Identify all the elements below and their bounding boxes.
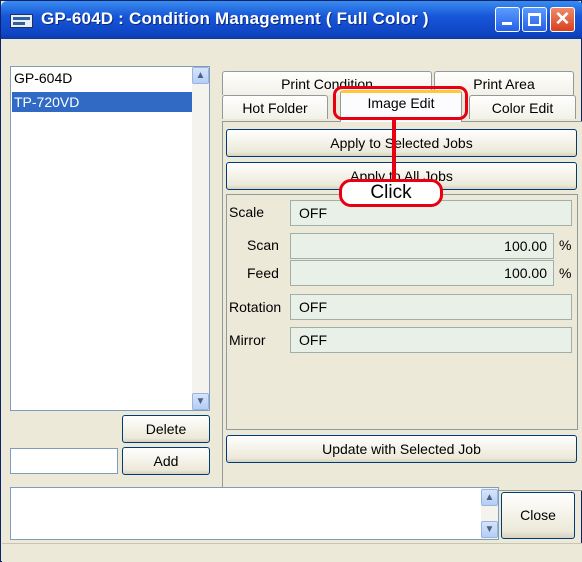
feed-value: 100.00 bbox=[290, 260, 554, 286]
printer-app-icon bbox=[10, 14, 33, 28]
tab-hot-folder[interactable]: Hot Folder bbox=[222, 95, 328, 119]
condition-management-window: GP-604D : Condition Management ( Full Co… bbox=[0, 0, 582, 562]
minimize-button[interactable] bbox=[495, 7, 520, 32]
scan-unit: % bbox=[559, 237, 572, 253]
close-window-button[interactable]: ✕ bbox=[550, 7, 575, 32]
title-bar[interactable]: GP-604D : Condition Management ( Full Co… bbox=[1, 1, 582, 39]
scroll-down-icon[interactable]: ▼ bbox=[481, 521, 498, 538]
update-with-selected-job-button[interactable]: Update with Selected Job bbox=[226, 435, 577, 463]
close-icon: ✕ bbox=[554, 9, 571, 30]
list-item[interactable]: GP-604D bbox=[12, 68, 192, 88]
scan-label: Scan bbox=[247, 237, 279, 253]
image-edit-highlight-box bbox=[333, 86, 468, 120]
new-printer-input[interactable] bbox=[10, 448, 118, 474]
mirror-label: Mirror bbox=[229, 332, 266, 348]
close-button[interactable]: Close bbox=[501, 492, 575, 539]
scan-value: 100.00 bbox=[290, 233, 554, 259]
rotation-value: OFF bbox=[290, 294, 572, 320]
message-area: ▲ ▼ bbox=[10, 487, 499, 540]
mirror-value: OFF bbox=[290, 327, 572, 353]
printer-list-scrollbar[interactable]: ▲ ▼ bbox=[192, 67, 209, 410]
tab-color-edit[interactable]: Color Edit bbox=[469, 95, 576, 119]
feed-unit: % bbox=[559, 265, 572, 281]
minimize-icon bbox=[502, 22, 512, 25]
apply-to-selected-jobs-button[interactable]: Apply to Selected Jobs bbox=[226, 129, 577, 157]
status-bar bbox=[2, 543, 582, 562]
rotation-label: Rotation bbox=[229, 299, 282, 315]
scroll-up-icon[interactable]: ▲ bbox=[481, 489, 498, 506]
list-item-selected[interactable]: TP-720VD bbox=[12, 92, 192, 112]
click-callout-label: Click bbox=[339, 179, 443, 207]
feed-label: Feed bbox=[247, 265, 279, 281]
scroll-down-icon[interactable]: ▼ bbox=[192, 393, 209, 410]
printer-list[interactable]: GP-604D TP-720VD ▲ ▼ bbox=[10, 66, 210, 411]
maximize-button[interactable] bbox=[522, 7, 547, 32]
message-scrollbar[interactable]: ▲ ▼ bbox=[481, 488, 498, 539]
maximize-icon bbox=[528, 13, 541, 26]
window-title: GP-604D : Condition Management ( Full Co… bbox=[41, 9, 429, 28]
add-button[interactable]: Add bbox=[122, 447, 210, 475]
scale-label: Scale bbox=[229, 204, 265, 220]
delete-button[interactable]: Delete bbox=[122, 415, 210, 443]
callout-connector bbox=[392, 119, 396, 181]
scroll-up-icon[interactable]: ▲ bbox=[192, 67, 209, 84]
